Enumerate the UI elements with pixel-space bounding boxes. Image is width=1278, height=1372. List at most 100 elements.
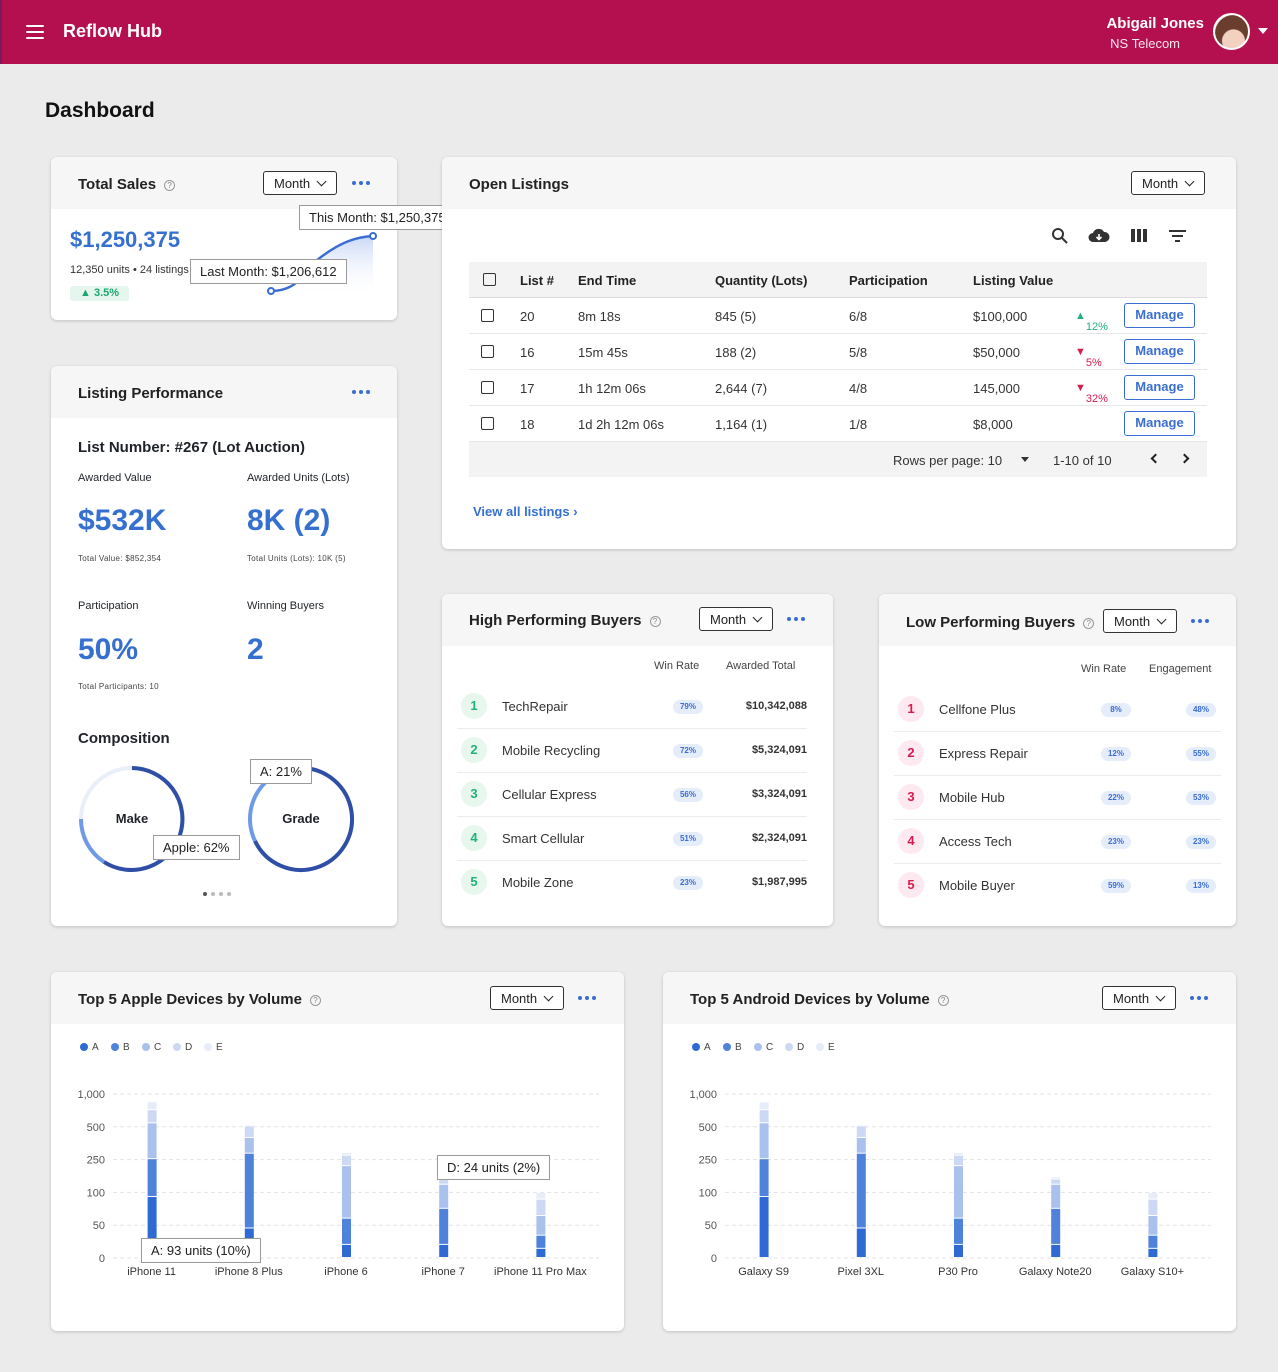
list-item[interactable]: 4 Access Tech 23% 23% (894, 820, 1221, 864)
row-checkbox[interactable] (481, 381, 494, 394)
more-icon[interactable] (351, 178, 373, 188)
prev-page-icon[interactable] (1150, 453, 1161, 464)
more-icon[interactable] (1189, 993, 1211, 1003)
make-label: Make (115, 811, 149, 826)
y-tick-label: 0 (711, 1253, 717, 1265)
period-select[interactable]: Month (263, 171, 338, 195)
legend-item[interactable]: D (785, 1042, 804, 1053)
column-header[interactable]: Participation (849, 273, 928, 288)
awarded-total: $5,324,091 (751, 744, 807, 756)
cell-end-time: 1h 12m 06s (578, 381, 646, 396)
rank-badge: 4 (898, 828, 924, 854)
period-select[interactable]: Month (490, 986, 565, 1010)
win-rate: 51% (673, 832, 703, 846)
manage-button[interactable]: Manage (1124, 303, 1195, 328)
legend-item[interactable]: B (111, 1042, 130, 1053)
avatar[interactable] (1213, 13, 1250, 50)
rank-badge: 5 (898, 872, 924, 898)
legend-item[interactable]: E (204, 1042, 223, 1053)
buyer-name: Cellular Express (502, 787, 597, 802)
bar-segment (1148, 1216, 1158, 1235)
bar-segment (856, 1126, 866, 1137)
legend-item[interactable]: E (816, 1042, 835, 1053)
table-row[interactable]: 20 8m 18s 845 (5) 6/8 $100,000 ▲ 12% Man… (469, 298, 1207, 334)
menu-icon[interactable] (26, 25, 44, 39)
columns-icon[interactable] (1131, 229, 1147, 242)
period-select[interactable]: Month (1102, 986, 1177, 1010)
list-item[interactable]: 2 Express Repair 12% 55% (894, 732, 1221, 776)
table-row[interactable]: 16 15m 45s 188 (2) 5/8 $50,000 ▼ 5% Mana… (469, 334, 1207, 370)
list-item[interactable]: 2 Mobile Recycling 72% $5,324,091 (457, 729, 807, 773)
row-checkbox[interactable] (481, 345, 494, 358)
help-icon[interactable]: ? (309, 995, 321, 1006)
total-sales-sub: 12,350 units • 24 listings (70, 264, 189, 276)
more-icon[interactable] (577, 993, 599, 1003)
more-icon[interactable] (351, 387, 373, 397)
help-icon[interactable]: ? (649, 616, 661, 627)
list-item[interactable]: 3 Mobile Hub 22% 53% (894, 776, 1221, 820)
row-checkbox[interactable] (481, 417, 494, 430)
bar-segment (439, 1179, 449, 1184)
column-header[interactable]: List # (520, 273, 554, 288)
rank-badge: 5 (461, 869, 487, 895)
apple-bar-chart: 0 50 100 250 500 1,000 iPhone 11 iPhone 8 Plus i… (77, 1089, 599, 1278)
view-all-link[interactable]: View all listings › (473, 504, 578, 519)
legend-item[interactable]: C (754, 1042, 773, 1053)
filter-icon[interactable] (1169, 229, 1186, 242)
bar-segment (759, 1123, 769, 1159)
table-row[interactable]: 17 1h 12m 06s 2,644 (7) 4/8 145,000 ▼ 32… (469, 370, 1207, 406)
manage-button[interactable]: Manage (1124, 375, 1195, 400)
help-icon[interactable]: ? (1083, 618, 1095, 629)
legend-item[interactable]: D (173, 1042, 192, 1053)
carousel-dots[interactable] (203, 892, 243, 896)
column-header[interactable]: End Time (578, 273, 636, 288)
x-tick-label: iPhone 11 (127, 1266, 176, 1278)
period-select[interactable]: Month (699, 607, 774, 631)
apple-devices-card: Top 5 Apple Devices by Volume? Month A B C… (51, 972, 624, 1331)
chevron-down-icon[interactable] (1258, 28, 1268, 34)
manage-button[interactable]: Manage (1124, 339, 1195, 364)
win-rate: 12% (1101, 747, 1131, 761)
legend-item[interactable]: B (723, 1042, 742, 1053)
row-checkbox[interactable] (481, 309, 494, 322)
page-title: Dashboard (45, 99, 155, 122)
caret-down-icon[interactable] (1021, 457, 1029, 462)
total-sales-value: $1,250,375 (70, 227, 181, 252)
legend-item[interactable]: A (80, 1042, 99, 1053)
help-icon[interactable]: ? (164, 180, 176, 191)
more-icon[interactable] (786, 614, 808, 624)
table-row[interactable]: 18 1d 2h 12m 06s 1,164 (1) 1/8 $8,000 Ma… (469, 406, 1207, 442)
legend-item[interactable]: A (692, 1042, 711, 1053)
user-name[interactable]: Abigail Jones (1106, 15, 1204, 32)
legend-item[interactable]: C (142, 1042, 161, 1053)
period-select[interactable]: Month (1131, 171, 1206, 195)
cloud-download-icon[interactable] (1088, 228, 1110, 244)
win-rate: 72% (673, 744, 703, 758)
bar-segment (1051, 1177, 1061, 1179)
column-header[interactable]: Quantity (Lots) (715, 273, 807, 288)
change-down: ▼ 32% (1075, 382, 1108, 405)
x-tick-label: iPhone 6 (324, 1266, 367, 1278)
rows-per-page[interactable]: Rows per page: 10 (893, 453, 1002, 468)
help-icon[interactable]: ? (937, 995, 949, 1006)
search-icon[interactable] (1051, 227, 1068, 244)
bar-segment (536, 1199, 546, 1216)
next-page-icon[interactable] (1179, 453, 1190, 464)
list-item[interactable]: 4 Smart Cellular 51% $2,324,091 (457, 817, 807, 861)
list-item[interactable]: 5 Mobile Buyer 59% 13% (894, 864, 1221, 908)
column-header: Win Rate (1081, 663, 1127, 675)
list-item[interactable]: 3 Cellular Express 56% $3,324,091 (457, 773, 807, 817)
list-item[interactable]: 5 Mobile Zone 23% $1,987,995 (457, 861, 807, 905)
high-buyers-card: High Performing Buyers? Month Win Rate A… (442, 594, 833, 926)
bar-segment (536, 1235, 546, 1248)
column-header[interactable]: Listing Value (973, 273, 1053, 288)
manage-button[interactable]: Manage (1124, 411, 1195, 436)
cell-end-time: 15m 45s (578, 345, 628, 360)
list-item[interactable]: 1 Cellfone Plus 8% 48% (894, 688, 1221, 732)
select-all-checkbox[interactable] (483, 273, 496, 286)
list-item[interactable]: 1 TechRepair 79% $10,342,088 (457, 685, 807, 729)
android-bar-chart: 0 50 100 250 500 1,000 Galaxy S9 Pixel 3XL P30 P… (689, 1089, 1211, 1278)
buyer-name: Smart Cellular (502, 831, 585, 846)
period-select[interactable]: Month (1103, 609, 1178, 633)
more-icon[interactable] (1190, 616, 1212, 626)
